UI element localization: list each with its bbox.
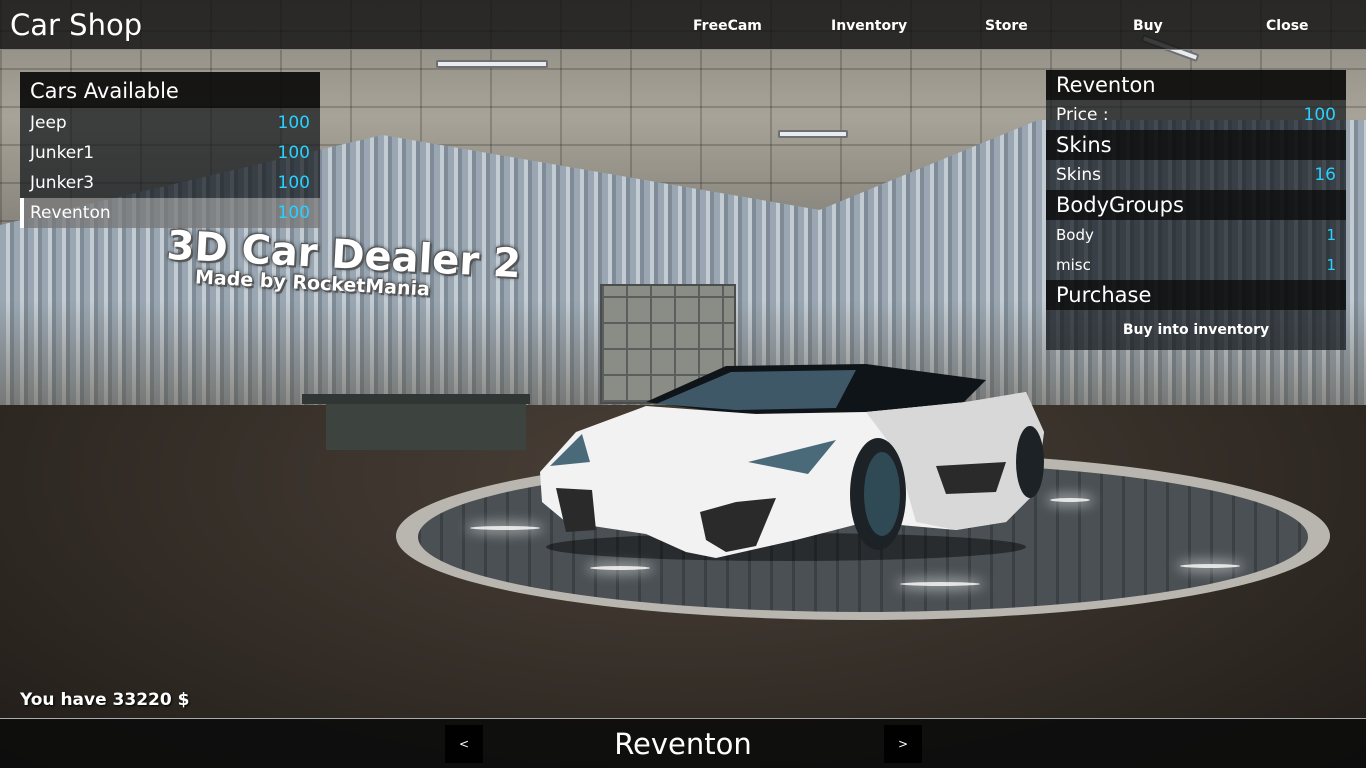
- price-value: 100: [1303, 105, 1336, 125]
- bodygroup-value: 1: [1326, 226, 1336, 244]
- store-button[interactable]: Store: [985, 18, 1028, 34]
- table-base: [326, 404, 526, 450]
- next-car-button[interactable]: >: [884, 725, 922, 763]
- ceiling-lamp: [778, 130, 848, 138]
- bodygroup-label: misc: [1056, 256, 1091, 274]
- purchase-header: Purchase: [1046, 280, 1346, 310]
- car-details-panel: Reventon Price : 100 Skins Skins 16 Body…: [1046, 70, 1346, 350]
- bodygroup-row[interactable]: Body 1: [1046, 220, 1346, 250]
- car-price: 100: [277, 203, 310, 223]
- cars-available-header: Cars Available: [20, 72, 320, 108]
- bodygroup-label: Body: [1056, 226, 1094, 244]
- bodygroup-value: 1: [1326, 256, 1336, 274]
- bodygroup-row[interactable]: misc 1: [1046, 250, 1346, 280]
- current-car-name: Reventon: [614, 727, 752, 761]
- car-name: Junker3: [30, 173, 95, 193]
- close-button[interactable]: Close: [1266, 18, 1309, 34]
- skins-label: Skins: [1056, 165, 1101, 185]
- freecam-button[interactable]: FreeCam: [693, 18, 762, 34]
- car-list-item[interactable]: Junker1 100: [20, 138, 320, 168]
- car-price: 100: [277, 113, 310, 133]
- light-glint: [1050, 498, 1090, 502]
- inventory-button[interactable]: Inventory: [831, 18, 907, 34]
- car-model: [540, 364, 1044, 561]
- bottom-bar: < Reventon >: [0, 718, 1366, 768]
- buy-into-inventory-button[interactable]: Buy into inventory: [1046, 310, 1346, 350]
- light-glint: [1180, 564, 1240, 568]
- page-title: Car Shop: [10, 8, 143, 42]
- car-price: 100: [277, 173, 310, 193]
- car-name: Junker1: [30, 143, 95, 163]
- bodygroups-header: BodyGroups: [1046, 190, 1346, 220]
- light-glint: [470, 526, 540, 530]
- table: [302, 394, 530, 404]
- ceiling-lamp: [436, 60, 548, 68]
- cars-available-panel: Cars Available Jeep 100 Junker1 100 Junk…: [20, 72, 320, 228]
- light-glint: [590, 566, 650, 570]
- skins-value: 16: [1314, 165, 1336, 185]
- top-bar: Car Shop FreeCam Inventory Store Buy Clo…: [0, 0, 1366, 50]
- car-name: Jeep: [30, 113, 67, 133]
- car-price: 100: [277, 143, 310, 163]
- light-glint: [900, 582, 980, 586]
- money-balance: You have 33220 $: [20, 690, 190, 710]
- price-row: Price : 100: [1046, 100, 1346, 130]
- car-name: Reventon: [30, 203, 111, 223]
- car-list-item[interactable]: Jeep 100: [20, 108, 320, 138]
- car-list-item-selected[interactable]: Reventon 100: [20, 198, 320, 228]
- car-name-header: Reventon: [1046, 70, 1346, 100]
- buy-button[interactable]: Buy: [1133, 18, 1163, 34]
- skins-header: Skins: [1046, 130, 1346, 160]
- price-label: Price :: [1056, 105, 1109, 125]
- skins-row[interactable]: Skins 16: [1046, 160, 1346, 190]
- previous-car-button[interactable]: <: [445, 725, 483, 763]
- car-list-item[interactable]: Junker3 100: [20, 168, 320, 198]
